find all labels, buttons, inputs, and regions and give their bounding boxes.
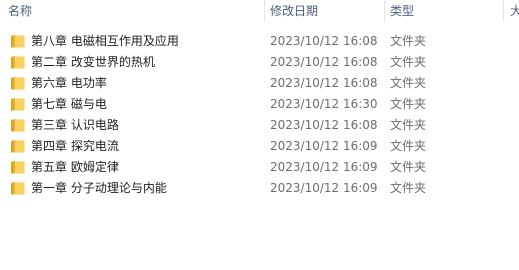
file-name: 第一章 分子动理论与内能 xyxy=(31,181,167,195)
file-type: 文件夹 xyxy=(390,139,427,153)
file-row[interactable]: 第八章 电磁相互作用及应用 2023/10/12 16:08 文件夹 xyxy=(0,31,519,52)
file-type: 文件夹 xyxy=(390,118,427,132)
column-header-type[interactable]: 类型 xyxy=(390,0,414,22)
file-name: 第四章 探究电流 xyxy=(31,139,119,153)
file-type: 文件夹 xyxy=(390,97,427,111)
column-header-date-modified[interactable]: 修改日期 xyxy=(270,0,318,22)
file-type: 文件夹 xyxy=(390,55,427,69)
folder-icon xyxy=(10,157,26,178)
file-date-modified: 2023/10/12 16:09 xyxy=(270,160,378,174)
file-date-modified: 2023/10/12 16:30 xyxy=(270,97,378,111)
folder-icon xyxy=(10,115,26,136)
folder-icon xyxy=(10,52,26,73)
column-divider[interactable] xyxy=(503,0,504,22)
file-date-modified: 2023/10/12 16:08 xyxy=(270,55,378,69)
file-date-modified: 2023/10/12 16:08 xyxy=(270,118,378,132)
file-row[interactable]: 第二章 改变世界的热机 2023/10/12 16:08 文件夹 xyxy=(0,52,519,73)
folder-icon xyxy=(10,31,26,52)
folder-icon xyxy=(10,136,26,157)
file-row[interactable]: 第五章 欧姆定律 2023/10/12 16:09 文件夹 xyxy=(0,157,519,178)
file-date-modified: 2023/10/12 16:08 xyxy=(270,34,378,48)
folder-icon xyxy=(10,178,26,199)
file-date-modified: 2023/10/12 16:08 xyxy=(270,76,378,90)
file-row[interactable]: 第七章 磁与电 2023/10/12 16:30 文件夹 xyxy=(0,94,519,115)
file-type: 文件夹 xyxy=(390,181,427,195)
folder-icon xyxy=(10,94,26,115)
file-date-modified: 2023/10/12 16:09 xyxy=(270,181,378,195)
file-name: 第七章 磁与电 xyxy=(31,97,107,111)
file-date-modified: 2023/10/12 16:09 xyxy=(270,139,378,153)
file-name: 第二章 改变世界的热机 xyxy=(31,55,155,69)
file-list: 第八章 电磁相互作用及应用 2023/10/12 16:08 文件夹 第二章 改… xyxy=(0,31,519,199)
file-type: 文件夹 xyxy=(390,34,427,48)
column-divider[interactable] xyxy=(384,0,385,22)
column-header-name[interactable]: 名称 xyxy=(8,0,32,22)
file-type: 文件夹 xyxy=(390,76,427,90)
column-divider[interactable] xyxy=(264,0,265,22)
file-row[interactable]: 第一章 分子动理论与内能 2023/10/12 16:09 文件夹 xyxy=(0,178,519,199)
column-header-bar: 名称 修改日期 类型 大 xyxy=(0,0,519,22)
file-type: 文件夹 xyxy=(390,160,427,174)
file-row[interactable]: 第三章 认识电路 2023/10/12 16:08 文件夹 xyxy=(0,115,519,136)
file-name: 第六章 电功率 xyxy=(31,76,107,90)
file-name: 第五章 欧姆定律 xyxy=(31,160,119,174)
file-row[interactable]: 第四章 探究电流 2023/10/12 16:09 文件夹 xyxy=(0,136,519,157)
file-name: 第三章 认识电路 xyxy=(31,118,119,132)
file-name: 第八章 电磁相互作用及应用 xyxy=(31,34,179,48)
column-header-size[interactable]: 大 xyxy=(510,0,519,22)
file-row[interactable]: 第六章 电功率 2023/10/12 16:08 文件夹 xyxy=(0,73,519,94)
folder-icon xyxy=(10,73,26,94)
